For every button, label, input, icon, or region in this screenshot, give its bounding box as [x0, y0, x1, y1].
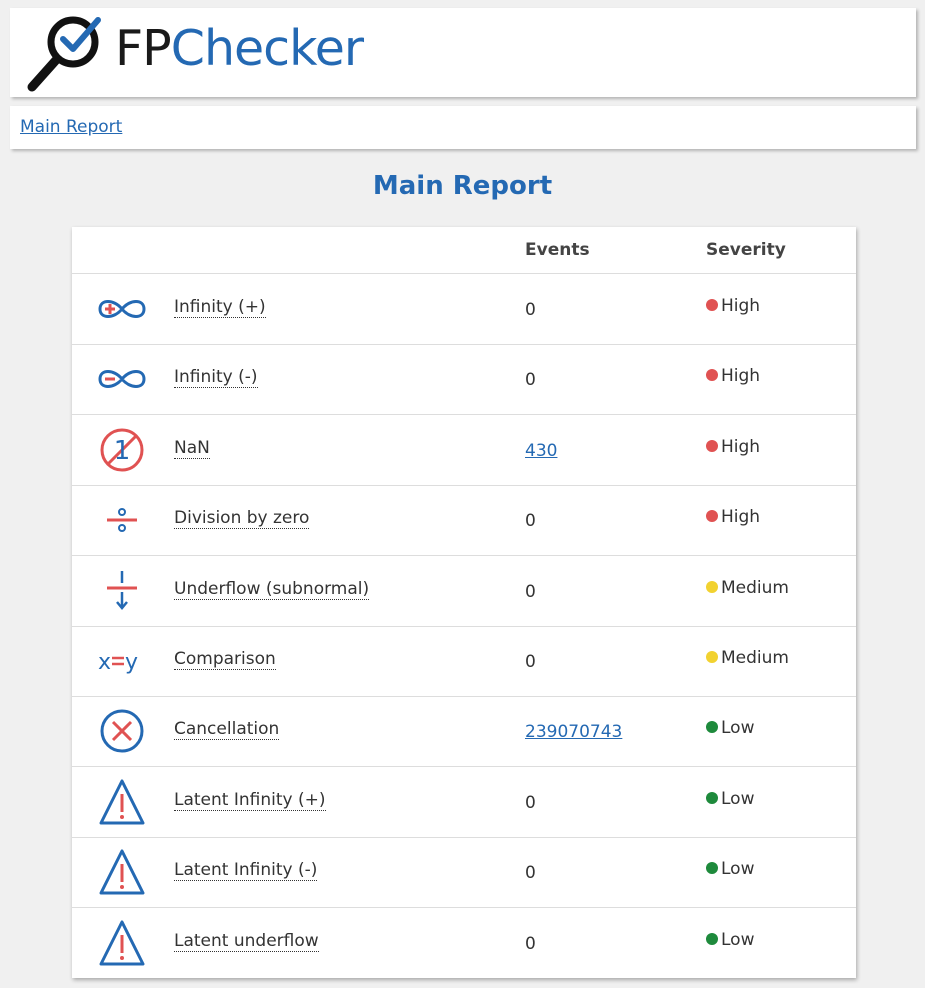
severity-cell: High: [706, 366, 760, 386]
table-row: x y Comparison 0 Medium: [72, 626, 856, 697]
infinity-minus-icon: [94, 354, 150, 404]
logo-wordmark: FPChecker: [115, 20, 364, 77]
severity-label: Medium: [721, 648, 789, 668]
breadcrumb: Main Report: [10, 106, 916, 149]
category-label: Infinity (-): [174, 367, 258, 389]
table-row: Latent underflow 0 Low: [72, 908, 856, 978]
table-row: 1 NaN 430 High: [72, 415, 856, 486]
severity-cell: Low: [706, 930, 754, 950]
severity-dot-icon: [706, 651, 718, 663]
severity-dot-icon: [706, 791, 718, 804]
events-count: 0: [525, 652, 536, 672]
events-count-link[interactable]: 430: [525, 441, 557, 461]
severity-label: Low: [721, 788, 755, 809]
svg-text:x: x: [98, 650, 111, 675]
severity-label: High: [721, 366, 761, 387]
events-count: 0: [525, 511, 536, 532]
severity-cell: High: [706, 507, 760, 527]
division-icon: [94, 495, 150, 545]
category-label: Cancellation: [174, 719, 280, 741]
table-row: Latent Infinity (+) 0 Low: [72, 767, 856, 838]
severity-cell: High: [706, 296, 760, 316]
cancellation-icon: [94, 706, 150, 756]
warning-triangle-icon: [94, 777, 150, 827]
severity-label: High: [721, 296, 761, 316]
severity-cell: Low: [706, 718, 754, 738]
events-count-link[interactable]: 239070743: [525, 722, 622, 742]
severity-label: High: [721, 507, 761, 528]
header-severity: Severity: [706, 240, 786, 260]
logo-fp: FP: [115, 20, 172, 77]
category-label: Infinity (+): [174, 297, 266, 318]
warning-triangle-icon: [94, 847, 150, 897]
table-row: Division by zero 0 High: [72, 485, 856, 557]
severity-dot-icon: [706, 299, 718, 311]
category-label: Latent underflow: [174, 930, 319, 952]
category-label: Division by zero: [174, 508, 310, 530]
category-label: NaN: [174, 437, 210, 459]
severity-label: High: [721, 436, 761, 457]
svg-text:y: y: [125, 650, 138, 675]
table-row: Latent Infinity (-) 0 Low: [72, 837, 856, 909]
severity-cell: High: [706, 437, 760, 457]
severity-cell: Medium: [706, 578, 789, 598]
events-count: 0: [525, 300, 536, 320]
severity-cell: Low: [706, 859, 754, 879]
severity-dot-icon: [706, 932, 718, 945]
main-report-link[interactable]: Main Report: [20, 117, 122, 137]
warning-triangle-icon: [94, 918, 150, 968]
infinity-plus-icon: [94, 284, 150, 334]
magnifier-check-icon: [27, 16, 101, 92]
severity-dot-icon: [706, 721, 718, 734]
events-count: 0: [525, 792, 536, 813]
svg-text:1: 1: [114, 436, 131, 466]
table-row: Infinity (-) 0 High: [72, 344, 856, 416]
category-label: Underflow (subnormal): [174, 578, 370, 600]
page-title: Main Report: [372, 171, 553, 201]
severity-cell: Medium: [706, 648, 789, 668]
report-table: Events Severity Infinity (+) 0 High Infinit…: [72, 227, 856, 978]
events-count: 0: [525, 370, 536, 391]
table-row: Infinity (+) 0 High: [72, 274, 856, 345]
header-events: Events: [525, 240, 590, 260]
table-row: Cancellation 239070743 Low: [72, 696, 856, 768]
events-count: 0: [525, 863, 536, 884]
category-label: Latent Infinity (+): [174, 789, 326, 811]
category-label: Comparison: [174, 649, 276, 670]
severity-dot-icon: [706, 580, 718, 593]
events-count: 0: [525, 933, 536, 954]
severity-label: Low: [721, 929, 755, 950]
nan-icon: 1: [94, 425, 150, 475]
severity-dot-icon: [706, 510, 718, 523]
underflow-icon: [94, 566, 150, 616]
comparison-icon: xy: [94, 636, 150, 686]
severity-dot-icon: [706, 369, 718, 382]
logo-checker: Checker: [170, 20, 364, 77]
severity-dot-icon: [706, 439, 718, 452]
category-label: Latent Infinity (-): [174, 860, 318, 882]
table-header: Events Severity: [72, 227, 856, 274]
severity-label: Medium: [721, 577, 789, 598]
severity-cell: Low: [706, 789, 754, 809]
severity-label: Low: [721, 718, 755, 739]
severity-dot-icon: [706, 862, 718, 875]
table-row: Underflow (subnormal) 0 Medium: [72, 556, 856, 627]
severity-label: Low: [721, 859, 755, 880]
events-count: 0: [525, 581, 536, 602]
header: FPChecker: [10, 8, 916, 97]
